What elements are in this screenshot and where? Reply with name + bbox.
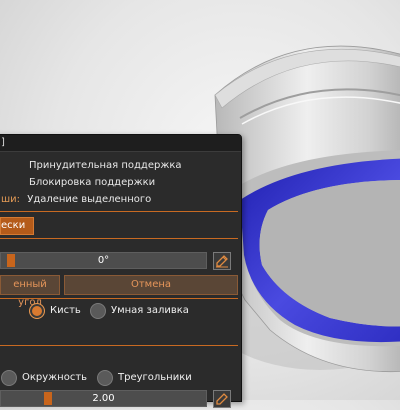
- divider: [0, 238, 238, 239]
- mouse-action-label: Блокировка поддержки: [29, 177, 156, 188]
- divider: [0, 211, 238, 212]
- radio-triangles[interactable]: [97, 370, 113, 386]
- mouse-action-remove-selection: ши: Удаление выделенного: [1, 194, 152, 205]
- radio-smart-fill[interactable]: [90, 303, 106, 319]
- mouse-action-label: Удаление выделенного: [27, 194, 152, 205]
- divider: [0, 298, 238, 299]
- radio-circle[interactable]: [1, 370, 17, 386]
- divider: [0, 345, 238, 346]
- tab-button[interactable]: ески: [0, 217, 35, 235]
- mouse-action-label: Принудительная поддержка: [29, 160, 182, 171]
- slider-thumb[interactable]: [44, 392, 53, 405]
- brush-size-slider[interactable]: 2.00: [0, 390, 207, 407]
- slider-value: 0°: [97, 255, 110, 266]
- radio-triangles-label: Треугольники: [118, 372, 192, 383]
- slider-value: 2.00: [92, 393, 115, 404]
- radio-brush[interactable]: [29, 303, 45, 319]
- pencil-square-icon[interactable]: [213, 252, 231, 270]
- panel-title: ]: [0, 135, 241, 152]
- cancel-button[interactable]: Отмена: [64, 275, 238, 295]
- radio-smart-fill-label: Умная заливка: [111, 305, 189, 316]
- mouse-action-force-support: Принудительная поддержка: [29, 160, 182, 171]
- overhang-angle-slider[interactable]: 0°: [0, 252, 207, 269]
- mouse-action-block-support: Блокировка поддержки: [29, 177, 155, 188]
- highlight-overhang-button[interactable]: енный угол: [0, 275, 60, 308]
- radio-circle-label: Окружность: [22, 372, 88, 383]
- pencil-square-icon[interactable]: [213, 390, 231, 408]
- radio-brush-label: Кисть: [50, 305, 81, 316]
- paint-support-panel: ] Принудительная поддержка Блокировка по…: [0, 134, 242, 408]
- slider-thumb[interactable]: [6, 254, 15, 267]
